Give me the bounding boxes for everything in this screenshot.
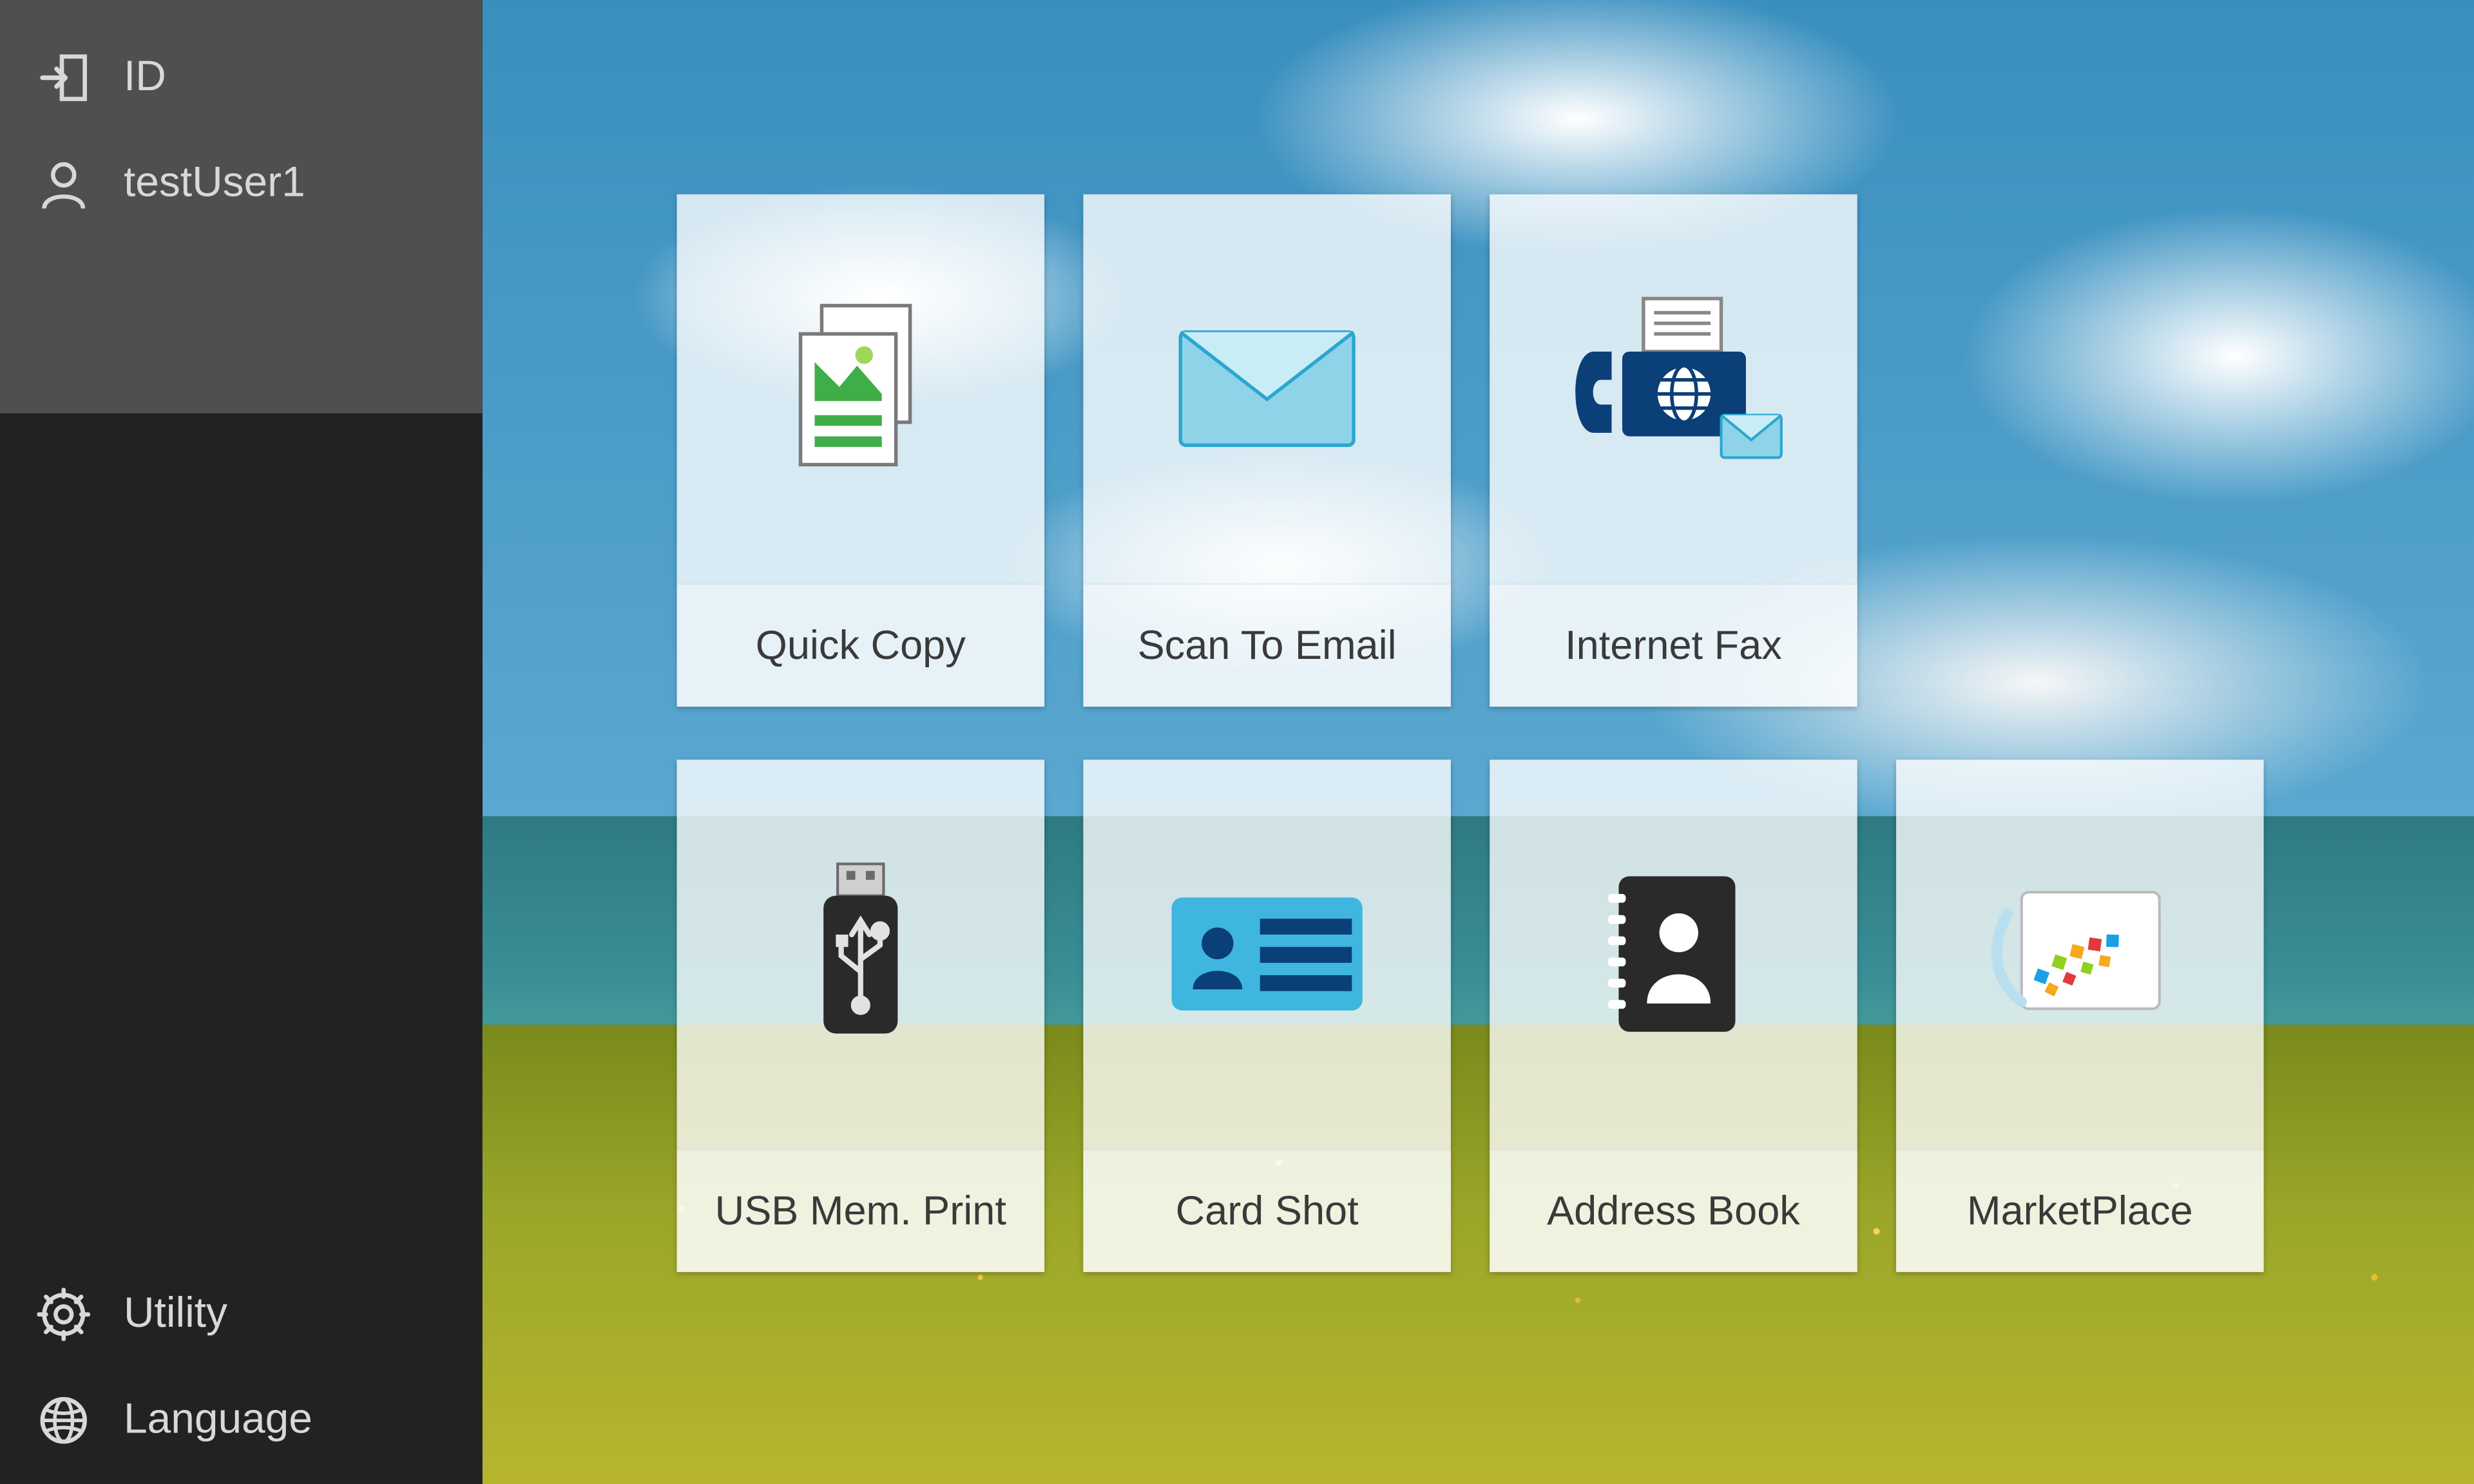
utility-label: Utility <box>124 1289 227 1339</box>
tile-usb-mem-print[interactable]: USB Mem. Print <box>677 759 1045 1271</box>
tile-address-book[interactable]: Address Book <box>1490 759 1857 1271</box>
app-grid: Quick Copy Scan To Email <box>677 195 2264 1272</box>
tile-internet-fax[interactable]: Internet Fax <box>1490 195 1857 707</box>
id-label: ID <box>124 53 166 102</box>
user-icon <box>35 155 92 212</box>
sidebar-item-user[interactable]: testUser1 <box>0 131 483 237</box>
id-card-icon <box>1083 759 1451 1148</box>
sidebar-item-id[interactable]: ID <box>0 24 483 131</box>
tile-quick-copy[interactable]: Quick Copy <box>677 195 1045 707</box>
language-label: Language <box>124 1396 312 1445</box>
sidebar-bottom: Utility Language <box>0 414 483 1484</box>
tile-scan-to-email[interactable]: Scan To Email <box>1083 195 1451 707</box>
tile-label: Scan To Email <box>1083 583 1451 707</box>
tile-label: Card Shot <box>1083 1148 1451 1272</box>
login-icon <box>35 50 92 106</box>
tile-label: Internet Fax <box>1490 583 1857 707</box>
username-label: testUser1 <box>124 159 305 209</box>
sidebar: ID testUser1 <box>0 0 483 1484</box>
usb-drive-icon <box>677 759 1045 1148</box>
gear-icon <box>35 1286 92 1343</box>
address-book-icon <box>1490 759 1857 1148</box>
tile-marketplace[interactable]: MarketPlace <box>1896 759 2264 1271</box>
internet-fax-icon <box>1490 195 1857 583</box>
sidebar-top: ID testUser1 <box>0 0 483 414</box>
sidebar-item-utility[interactable]: Utility <box>0 1261 483 1367</box>
tile-label: MarketPlace <box>1896 1148 2264 1272</box>
sidebar-item-language[interactable]: Language <box>0 1367 483 1474</box>
globe-icon <box>35 1392 92 1449</box>
main-area: Quick Copy Scan To Email <box>483 0 2474 1484</box>
envelope-icon <box>1083 195 1451 583</box>
tile-card-shot[interactable]: Card Shot <box>1083 759 1451 1271</box>
tile-label: Quick Copy <box>677 583 1045 707</box>
tile-label: USB Mem. Print <box>677 1148 1045 1272</box>
tile-label: Address Book <box>1490 1148 1857 1272</box>
quick-copy-icon <box>677 195 1045 583</box>
marketplace-icon <box>1896 759 2264 1148</box>
